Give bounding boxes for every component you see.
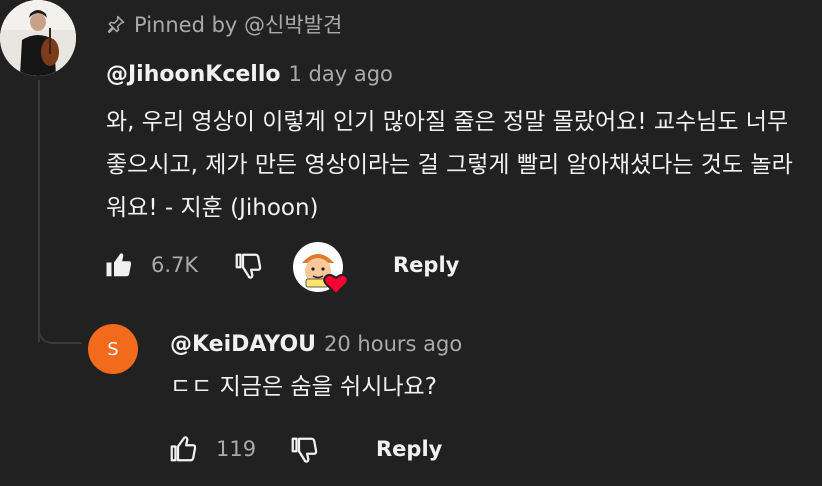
thumbs-down-outline-icon [291, 437, 318, 463]
reply-text: ㄷㄷ 지금은 숨을 쉬시나요? [170, 374, 437, 400]
thumbs-up-outline-icon [170, 436, 197, 462]
like-button[interactable] [104, 250, 134, 280]
pinned-label: Pinned by @신박발견 [106, 9, 342, 39]
reply-reply-button[interactable]: Reply [376, 437, 442, 461]
like-count: 6.7K [151, 253, 199, 277]
reply-author-handle[interactable]: @KeiDAYOU [170, 332, 316, 357]
avatar-photo [0, 0, 76, 76]
author-avatar[interactable] [0, 0, 76, 76]
comment-text: 와, 우리 영상이 이렇게 인기 많아질 줄은 정말 몰랐어요! 교수님도 너무… [106, 109, 793, 221]
thumbs-up-filled-icon [106, 253, 132, 277]
thumbs-down-outline-icon [235, 253, 262, 279]
pinned-text: Pinned by @신박발견 [134, 13, 343, 37]
pin-icon [107, 15, 125, 34]
reply-like-button[interactable] [168, 434, 198, 464]
reply-timestamp[interactable]: 20 hours ago [324, 332, 462, 356]
reply-button[interactable]: Reply [393, 253, 459, 277]
author-handle[interactable]: @JihoonKcello [106, 62, 281, 87]
reply-author-avatar[interactable]: S [88, 324, 138, 374]
comment-header: @JihoonKcello 1 day ago [106, 62, 393, 87]
creator-heart-icon [293, 242, 349, 296]
thread-connector [38, 300, 82, 344]
comment-timestamp[interactable]: 1 day ago [289, 62, 393, 86]
reply-like-count: 119 [216, 437, 257, 461]
dislike-button[interactable] [233, 251, 263, 281]
creator-heart-badge[interactable] [292, 241, 349, 297]
reply-dislike-button[interactable] [289, 435, 319, 465]
reply-header: @KeiDAYOU 20 hours ago [170, 332, 462, 357]
